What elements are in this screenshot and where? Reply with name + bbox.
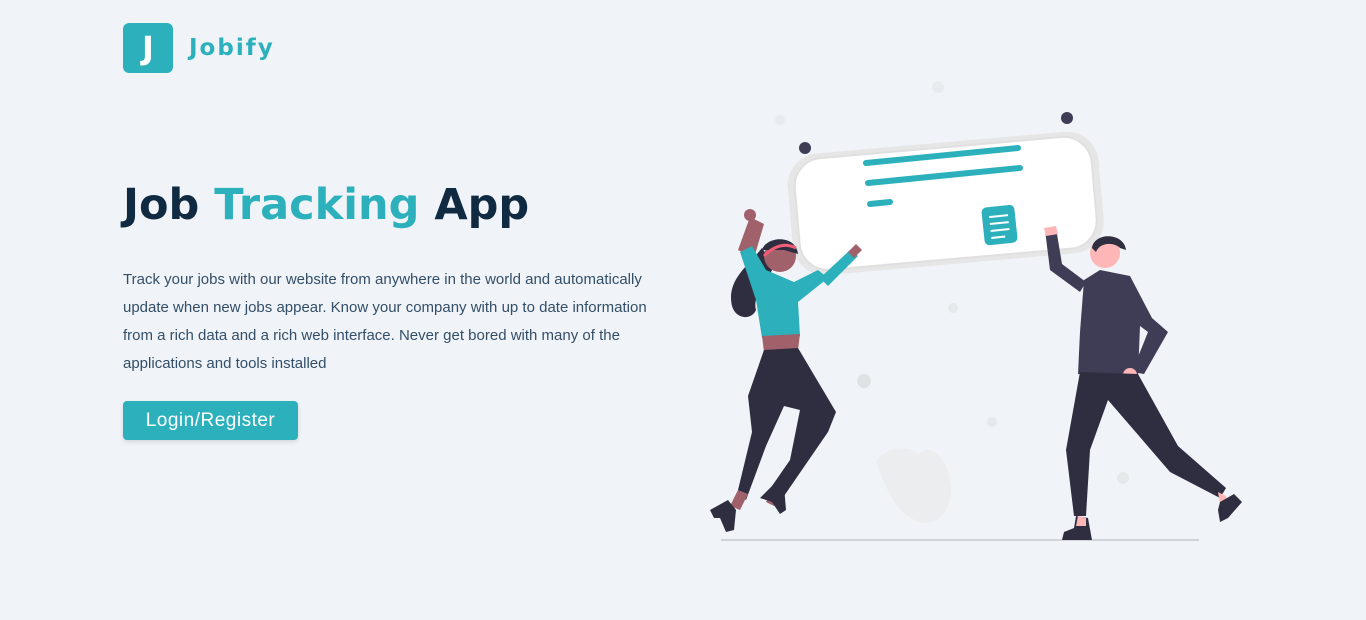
logo-name: Jobify [189,35,275,61]
title-accent: Tracking [214,180,420,230]
logo[interactable]: J Jobify [123,23,275,73]
logo-mark: J [123,23,173,73]
people-celebrating-illustration [710,81,1242,541]
page-title: Job Tracking App [123,180,529,230]
title-part-2: App [419,180,530,230]
login-register-button[interactable]: Login/Register [123,401,298,440]
title-part-1: Job [123,180,215,230]
hero-description: Track your jobs with our website from an… [123,271,647,372]
